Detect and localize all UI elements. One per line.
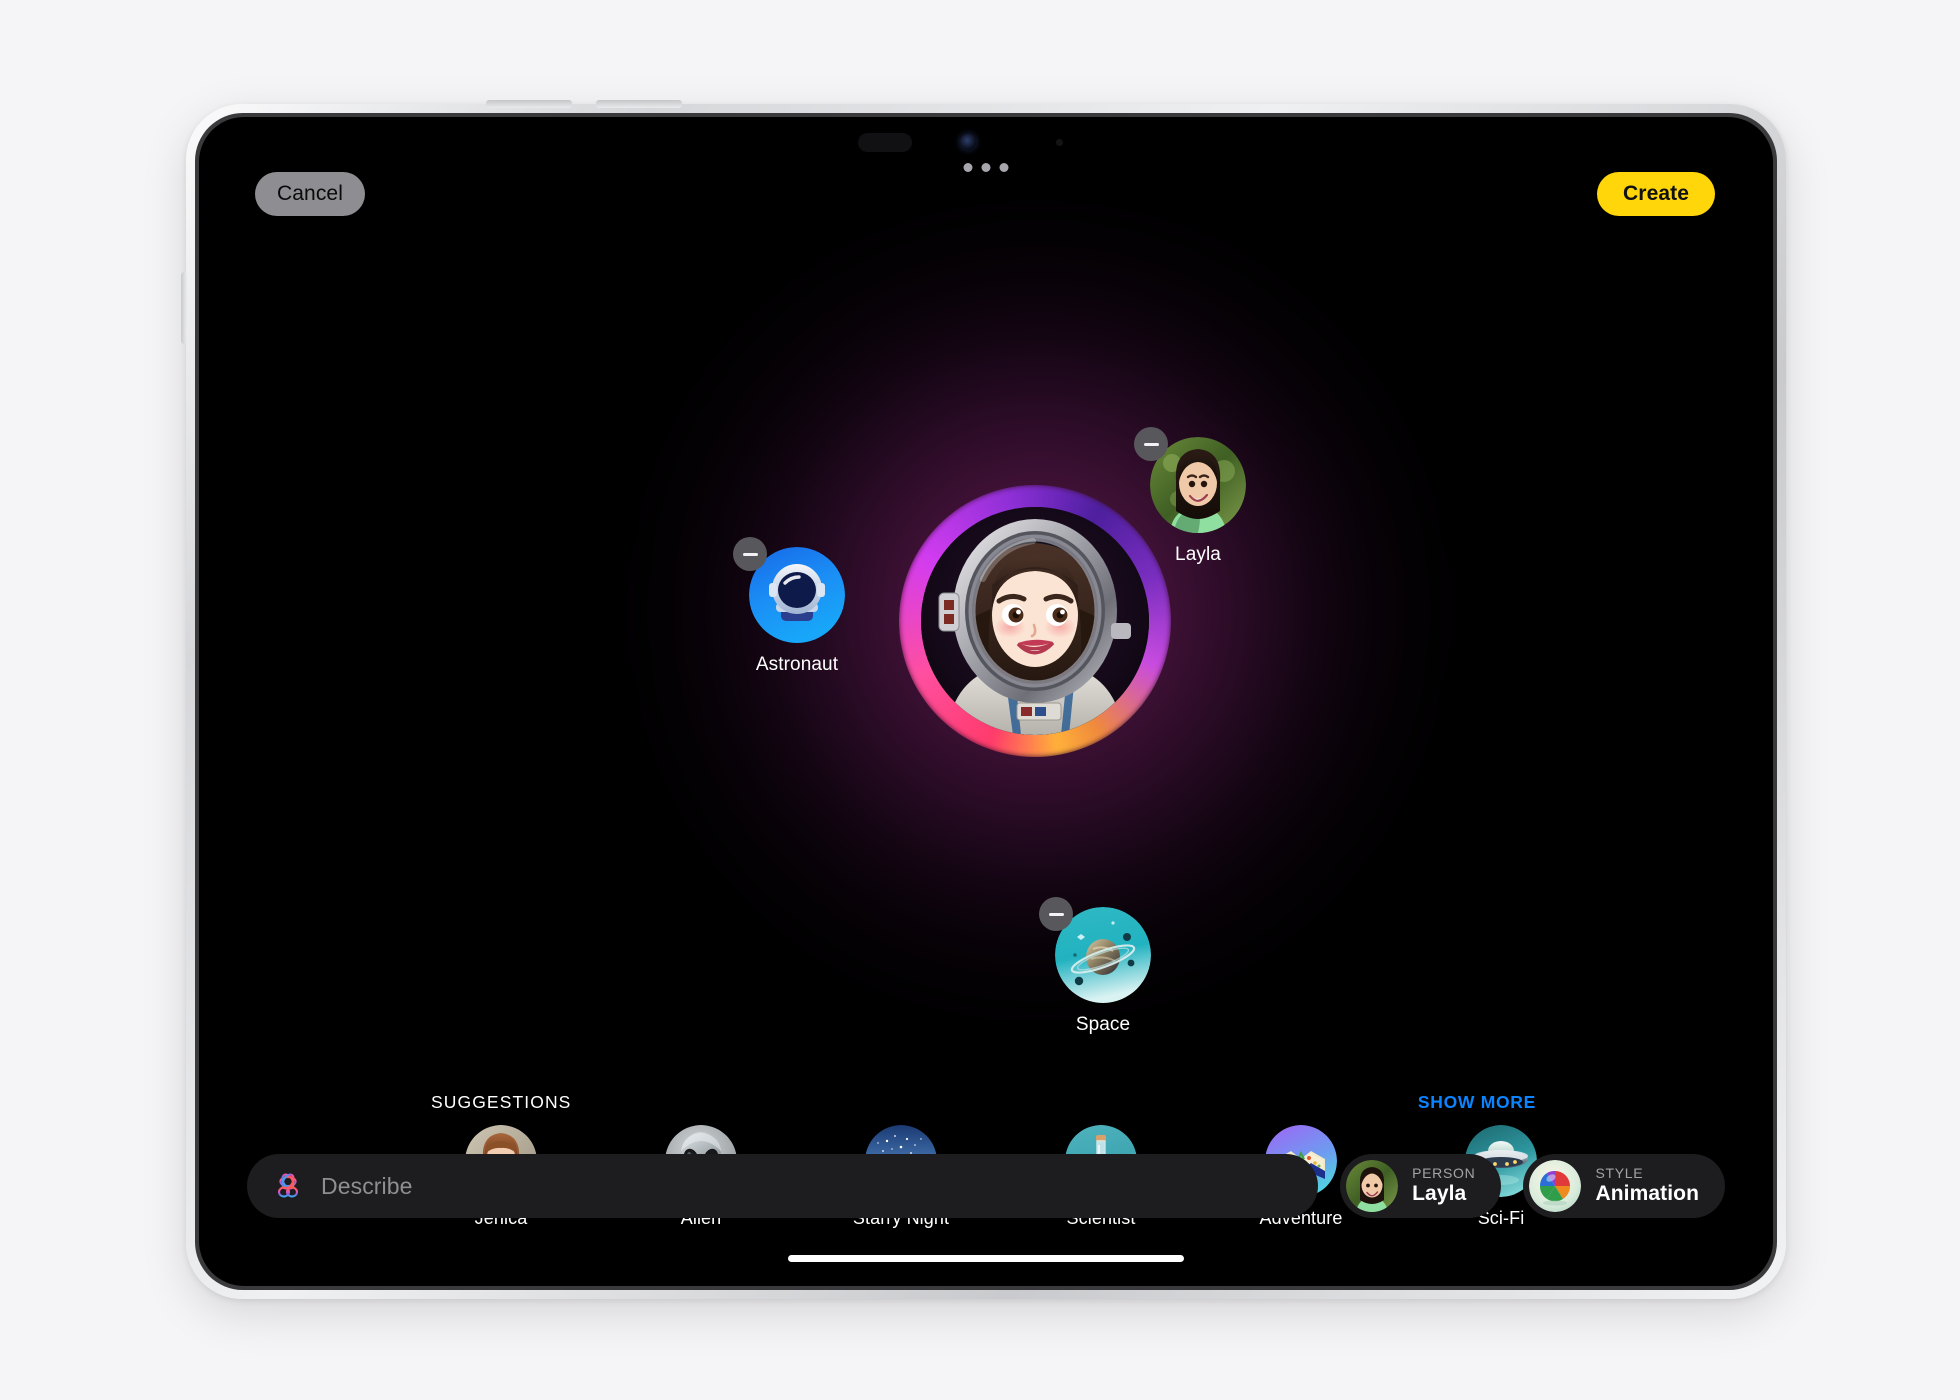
minus-icon [1143,442,1159,446]
screen: Cancel Create Astronaut Layla Space SUGG… [199,117,1773,1286]
show-more-button[interactable]: SHOW MORE [1418,1092,1536,1113]
astronaut-portrait-illustration [921,507,1149,735]
concept-label: Layla [1175,544,1221,565]
concept-bubble [733,537,845,643]
minus-icon [742,552,758,556]
screenshot-stage: Cancel Create Astronaut Layla Space SUGG… [0,0,1960,1400]
concept-chip-layla[interactable]: Layla [1134,427,1262,566]
remove-concept-space-button[interactable] [1039,897,1073,931]
concept-bubble [1039,897,1151,1003]
style-picker-key: STYLE [1595,1165,1644,1182]
person-photo-icon [1346,1160,1399,1212]
person-picker-value: Layla [1412,1182,1467,1206]
style-sphere-icon [1529,1160,1582,1212]
concept-label: Astronaut [755,654,839,675]
minus-icon [1048,912,1064,916]
generated-image-inner [921,507,1149,735]
style-picker-value: Animation [1595,1182,1699,1206]
person-picker-button[interactable]: PERSON Layla [1340,1154,1502,1218]
power-button[interactable] [181,272,187,344]
person-picker-text: PERSON Layla [1412,1166,1475,1205]
person-picker-key: PERSON [1412,1165,1476,1182]
image-playground-icon [277,1173,299,1198]
composer-bar: Describe PERSON Layla STYLE Animation [199,1154,1773,1218]
volume-down-button[interactable] [596,100,682,108]
concept-label: Space [1075,1014,1131,1035]
concept-bubble [1134,427,1246,533]
concept-chip-space[interactable]: Space [1039,897,1167,1036]
describe-input[interactable]: Describe [247,1154,1319,1218]
style-picker-button[interactable]: STYLE Animation [1523,1154,1725,1218]
home-indicator[interactable] [788,1255,1184,1262]
ipad-device-frame: Cancel Create Astronaut Layla Space SUGG… [181,100,1786,1299]
remove-concept-layla-button[interactable] [1134,427,1168,461]
volume-up-button[interactable] [486,100,572,108]
suggestions-header: SUGGESTIONS [431,1092,572,1112]
style-picker-text: STYLE Animation [1595,1166,1699,1205]
concept-chip-astronaut[interactable]: Astronaut [733,537,861,676]
generated-image-preview[interactable] [899,485,1171,757]
remove-concept-astronaut-button[interactable] [733,537,767,571]
device-bezel: Cancel Create Astronaut Layla Space SUGG… [195,113,1777,1290]
describe-placeholder: Describe [321,1172,413,1199]
